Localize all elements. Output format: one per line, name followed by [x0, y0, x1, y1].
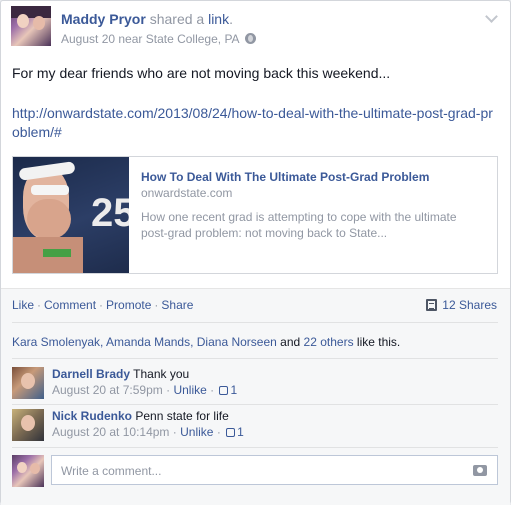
comment-input[interactable]: Write a comment...	[51, 455, 498, 485]
likes-summary: Kara Smolenyak, Amanda Mands, Diana Nors…	[12, 335, 400, 349]
like-link[interactable]: Like	[12, 298, 34, 312]
commenter-avatar[interactable]	[12, 409, 44, 441]
comment-item: Nick Rudenko Penn state for life August …	[12, 409, 498, 445]
avatar-face	[17, 462, 27, 473]
preview-description: How one recent grad is attempting to cop…	[141, 210, 457, 240]
post-card: Maddy Pryor shared a link. August 20 nea…	[0, 0, 511, 505]
likes-others[interactable]: 22 others	[304, 335, 354, 349]
comment-placeholder: Write a comment...	[61, 464, 162, 478]
separator: ·	[210, 383, 215, 397]
post-meta: August 20 near State College, PA	[61, 32, 256, 46]
promote-link[interactable]: Promote	[106, 298, 151, 312]
divider	[12, 447, 498, 448]
composer-avatar	[12, 455, 44, 487]
author-avatar[interactable]	[11, 6, 51, 46]
period: .	[229, 11, 233, 27]
separator: ·	[37, 298, 42, 312]
share-link[interactable]: Share	[161, 298, 193, 312]
post-url-link[interactable]: http://onwardstate.com/2013/08/24/how-to…	[12, 104, 497, 142]
thumb-glasses	[31, 185, 69, 195]
chevron-down-icon[interactable]	[485, 10, 498, 23]
shares-count[interactable]: 12 Shares	[426, 298, 497, 312]
separator: ·	[154, 298, 159, 312]
comment-like-count: 1	[230, 383, 238, 397]
post-timestamp[interactable]: August 20 near State College, PA	[61, 32, 240, 46]
thumbs-up-icon	[226, 428, 236, 437]
globe-icon[interactable]	[244, 33, 256, 44]
comment-item: Darnell Brady Thank you August 20 at 7:5…	[12, 367, 498, 403]
commenter-name[interactable]: Nick Rudenko	[52, 409, 132, 423]
liker-names[interactable]: Kara Smolenyak, Amanda Mands, Diana Nors…	[12, 335, 277, 349]
avatar-face	[21, 415, 35, 431]
thumb-jersey-number: 25	[91, 191, 129, 235]
shared-text: shared a	[149, 11, 205, 27]
post-header: Maddy Pryor shared a link. August 20 nea…	[11, 6, 500, 48]
thumb-wristband	[43, 249, 71, 257]
comment-body: Nick Rudenko Penn state for life	[52, 409, 229, 423]
commenter-avatar[interactable]	[12, 367, 44, 399]
thumb-hands	[27, 199, 71, 239]
comment-likes[interactable]: 1	[217, 383, 237, 397]
unlike-link[interactable]: Unlike	[180, 425, 213, 439]
separator: ·	[172, 425, 177, 439]
comment-text: Penn state for life	[135, 409, 229, 423]
comment-body: Darnell Brady Thank you	[52, 367, 189, 381]
shares-icon	[426, 299, 438, 311]
comment-link[interactable]: Comment	[44, 298, 96, 312]
camera-icon[interactable]	[473, 465, 487, 476]
likes-and: and	[280, 335, 301, 349]
avatar-face	[30, 463, 40, 474]
unlike-link[interactable]: Unlike	[173, 383, 206, 397]
shares-label: 12 Shares	[442, 298, 497, 312]
action-bar: Like · Comment · Promote · Share	[12, 298, 193, 312]
preview-title[interactable]: How To Deal With The Ultimate Post-Grad …	[141, 170, 429, 184]
author-name[interactable]: Maddy Pryor	[61, 11, 146, 27]
comment-time[interactable]: August 20 at 7:59pm	[52, 383, 163, 397]
comment-likes[interactable]: 1	[224, 425, 244, 439]
divider	[12, 358, 498, 359]
post-text: For my dear friends who are not moving b…	[12, 65, 391, 81]
preview-domain: onwardstate.com	[141, 186, 233, 200]
avatar-face	[33, 16, 45, 30]
preview-thumbnail[interactable]: 25	[13, 157, 129, 273]
avatar-face	[21, 373, 35, 389]
likes-suffix: like this.	[356, 335, 401, 349]
comment-text: Thank you	[133, 367, 190, 381]
comment-like-count: 1	[237, 425, 244, 439]
author-line: Maddy Pryor shared a link.	[61, 11, 233, 27]
divider	[12, 322, 498, 323]
link-preview[interactable]: 25 How To Deal With The Ultimate Post-Gr…	[12, 156, 498, 274]
separator: ·	[99, 298, 104, 312]
separator: ·	[166, 383, 171, 397]
comment-meta: August 20 at 7:59pm · Unlike · 1	[52, 383, 237, 397]
commenter-name[interactable]: Darnell Brady	[52, 367, 130, 381]
avatar-face	[17, 14, 29, 28]
separator: ·	[216, 425, 221, 439]
comment-meta: August 20 at 10:14pm · Unlike · 1	[52, 425, 244, 439]
thumbs-up-icon	[219, 386, 229, 395]
comment-time[interactable]: August 20 at 10:14pm	[52, 425, 169, 439]
divider	[12, 404, 498, 405]
link-word[interactable]: link	[208, 11, 229, 27]
